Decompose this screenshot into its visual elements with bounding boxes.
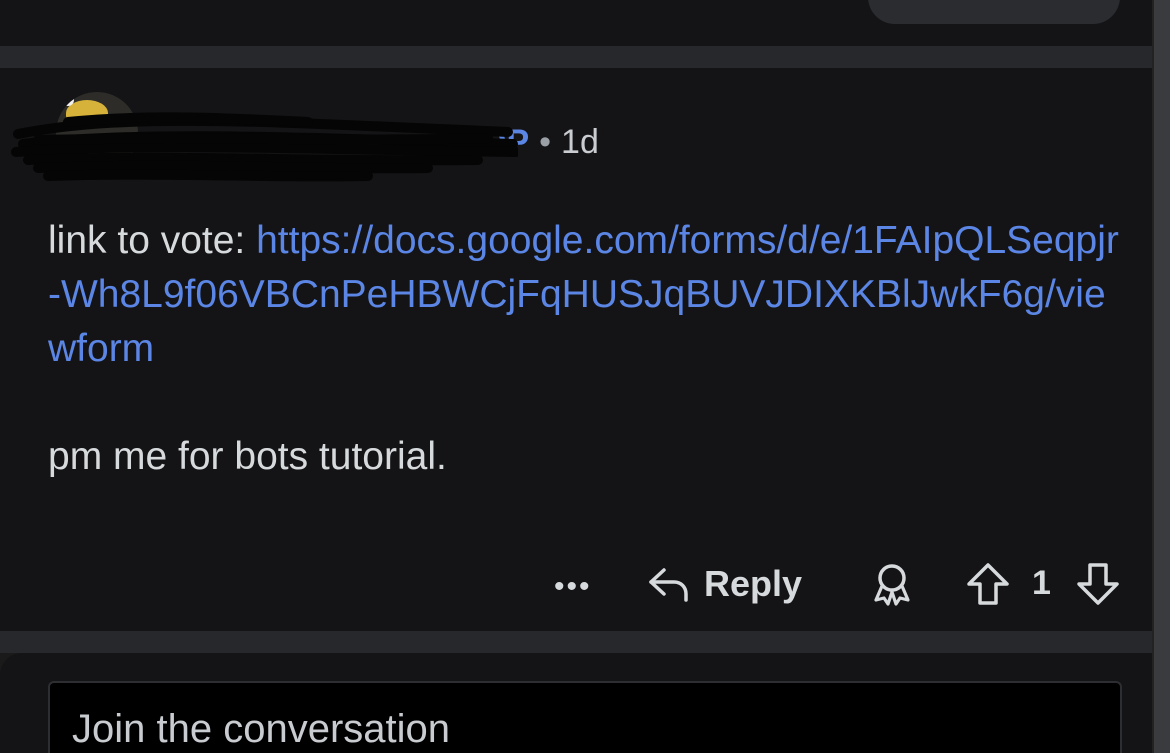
divider bbox=[0, 631, 1170, 653]
reply-label: Reply bbox=[704, 563, 803, 604]
join-conversation-input[interactable]: Join the conversation bbox=[48, 681, 1122, 753]
divider bbox=[0, 46, 1170, 68]
comment-body: link to vote: https://docs.google.com/fo… bbox=[48, 214, 1128, 484]
body-text: pm me for bots tutorial. bbox=[48, 435, 447, 478]
comment-card: OP • 1d link to vote: https://docs.googl… bbox=[0, 68, 1170, 631]
meta-separator: • bbox=[539, 122, 552, 161]
reply-arrow-icon bbox=[649, 568, 688, 602]
previous-action-pill[interactable] bbox=[868, 0, 1120, 24]
award-icon[interactable] bbox=[868, 560, 916, 608]
downvote-icon[interactable] bbox=[1074, 560, 1122, 608]
scrollbar[interactable] bbox=[1152, 0, 1170, 753]
body-prefix: link to vote: bbox=[48, 219, 257, 262]
reply-button[interactable]: Reply bbox=[646, 560, 802, 608]
upvote-icon[interactable] bbox=[964, 560, 1012, 608]
previous-content-area bbox=[0, 0, 1170, 46]
comment-composer: Join the conversation bbox=[0, 653, 1170, 753]
redaction-scribble bbox=[8, 92, 521, 192]
comment-age: 1d bbox=[561, 122, 599, 161]
comment-actions: ••• Reply 1 bbox=[0, 558, 1152, 610]
vote-score: 1 bbox=[1032, 564, 1051, 602]
more-icon[interactable]: ••• bbox=[554, 570, 592, 604]
